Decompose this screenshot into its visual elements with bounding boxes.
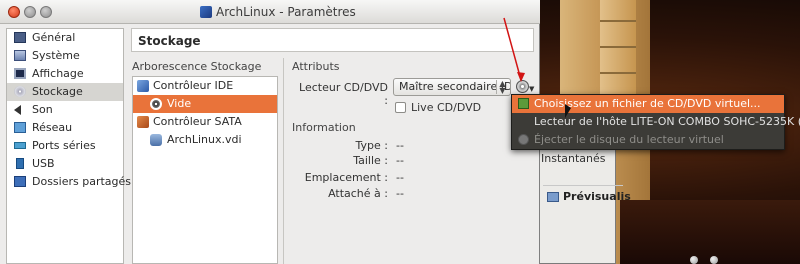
- nav-item-label: Ports séries: [32, 139, 96, 152]
- nav-item-usb[interactable]: USB: [7, 155, 123, 173]
- info-attached-label: Attaché à :: [328, 187, 388, 200]
- cd-disc-icon: [516, 80, 529, 93]
- wallpaper-knob: [690, 256, 698, 264]
- minimize-window-button[interactable]: [24, 6, 36, 18]
- maximize-window-button[interactable]: [40, 6, 52, 18]
- display-icon: [14, 68, 26, 79]
- wallpaper-guitar-neck: [600, 0, 636, 100]
- tree-node-label: ArchLinux.vdi: [167, 133, 242, 146]
- general-icon: [14, 32, 26, 43]
- tree-node-label: Contrôleur IDE: [153, 79, 234, 92]
- info-location-value: --: [396, 171, 404, 184]
- nav-item-label: Système: [32, 49, 80, 62]
- info-location-label: Emplacement :: [304, 171, 388, 184]
- nav-item-label: Affichage: [32, 67, 84, 80]
- virtualbox-logo-icon: [200, 6, 212, 18]
- nav-item-storage[interactable]: Stockage: [7, 83, 123, 101]
- menu-item-eject-disk[interactable]: Éjecter le disque du lecteur virtuel: [512, 131, 784, 149]
- network-icon: [14, 122, 26, 133]
- snapshots-tab[interactable]: Instantanés: [541, 152, 606, 165]
- sound-icon: [14, 105, 21, 115]
- wallpaper-fret: [600, 46, 636, 48]
- ide-controller-icon: [137, 80, 149, 92]
- wallpaper-amplifier: [620, 200, 800, 264]
- tree-node-label: Vide: [167, 97, 192, 110]
- info-type-value: --: [396, 139, 404, 152]
- storage-tree: Contrôleur IDE Vide Contrôleur SATA Arch…: [132, 76, 278, 264]
- wallpaper-knob: [710, 256, 718, 264]
- menu-item-host-drive[interactable]: Lecteur de l'hôte LITE-ON COMBO SOHC-523…: [512, 113, 800, 131]
- info-type-label: Type :: [355, 139, 388, 152]
- page-title: Stockage: [131, 28, 534, 52]
- close-window-button[interactable]: [8, 6, 20, 18]
- preview-section: Prévisualis: [543, 185, 631, 207]
- tree-node-empty-cd[interactable]: Vide: [133, 95, 277, 113]
- nav-item-shared-folders[interactable]: Dossiers partagés: [7, 173, 131, 191]
- nav-item-serial-ports[interactable]: Ports séries: [7, 137, 123, 155]
- preview-label: Prévisualis: [563, 190, 631, 203]
- nav-item-label: Dossiers partagés: [32, 175, 132, 188]
- menu-item-label: Lecteur de l'hôte LITE-ON COMBO SOHC-523…: [534, 115, 800, 128]
- nav-item-label: Son: [32, 103, 53, 116]
- cd-drive-label: Lecteur CD/DVD :: [299, 81, 388, 107]
- menu-item-label: Éjecter le disque du lecteur virtuel: [534, 133, 724, 146]
- mouse-cursor-icon: [565, 104, 571, 118]
- nav-item-label: Réseau: [32, 121, 73, 134]
- info-attached-value: --: [396, 187, 404, 200]
- cd-drive-value: Maître secondaire IDE: [399, 80, 511, 93]
- window-title: ArchLinux - Paramètres: [200, 5, 356, 19]
- tree-node-sata-controller[interactable]: Contrôleur SATA: [133, 113, 277, 131]
- nav-item-general[interactable]: Général: [7, 29, 123, 47]
- hard-disk-icon: [150, 134, 162, 146]
- nav-item-sound[interactable]: Son: [7, 101, 123, 119]
- usb-icon: [16, 158, 24, 169]
- menu-item-choose-virtual-file[interactable]: Choisissez un fichier de CD/DVD virtuel.…: [512, 95, 784, 113]
- updown-arrow-icon: ▲ ▼: [496, 80, 508, 95]
- wallpaper-fret: [600, 20, 636, 22]
- cd-choice-menu: Choisissez un fichier de CD/DVD virtuel.…: [511, 94, 800, 150]
- nav-item-system[interactable]: Système: [7, 47, 123, 65]
- preview-icon: [547, 192, 559, 202]
- panel-divider: [283, 58, 284, 264]
- storage-icon: [14, 86, 26, 97]
- file-icon: [518, 98, 529, 109]
- cd-drive-select[interactable]: Maître secondaire IDE ▲ ▼: [393, 78, 511, 96]
- nav-item-label: USB: [32, 157, 55, 170]
- eject-icon: [518, 134, 529, 145]
- nav-item-label: Stockage: [32, 85, 83, 98]
- title-bar[interactable]: ArchLinux - Paramètres: [0, 0, 540, 24]
- tree-node-label: Contrôleur SATA: [153, 115, 242, 128]
- sata-controller-icon: [137, 116, 149, 128]
- attributes-title: Attributs: [292, 60, 340, 73]
- serial-ports-icon: [14, 142, 26, 149]
- information-title: Information: [292, 121, 356, 134]
- nav-item-display[interactable]: Affichage: [7, 65, 123, 83]
- info-size-value: --: [396, 154, 404, 167]
- nav-item-label: Général: [32, 31, 76, 44]
- tree-node-ide-controller[interactable]: Contrôleur IDE: [133, 77, 277, 95]
- live-cd-checkbox[interactable]: [395, 102, 406, 113]
- wallpaper-fret: [600, 72, 636, 74]
- shared-folders-icon: [14, 176, 26, 187]
- background-window[interactable]: Instantanés Prévisualis: [536, 148, 631, 264]
- system-icon: [14, 50, 26, 61]
- settings-nav: Général Système Affichage Stockage Son R…: [6, 28, 131, 264]
- dropdown-arrow-icon: ▼: [529, 85, 535, 93]
- live-cd-label: Live CD/DVD: [411, 101, 482, 114]
- cd-drive-icon: [150, 98, 162, 110]
- window-title-text: ArchLinux - Paramètres: [216, 5, 356, 19]
- nav-item-network[interactable]: Réseau: [7, 119, 123, 137]
- storage-tree-title: Arborescence Stockage: [132, 60, 262, 73]
- tree-node-vdi[interactable]: ArchLinux.vdi: [133, 131, 277, 149]
- info-size-label: Taille :: [353, 154, 388, 167]
- settings-dialog: ArchLinux - Paramètres Général Système A…: [0, 0, 540, 264]
